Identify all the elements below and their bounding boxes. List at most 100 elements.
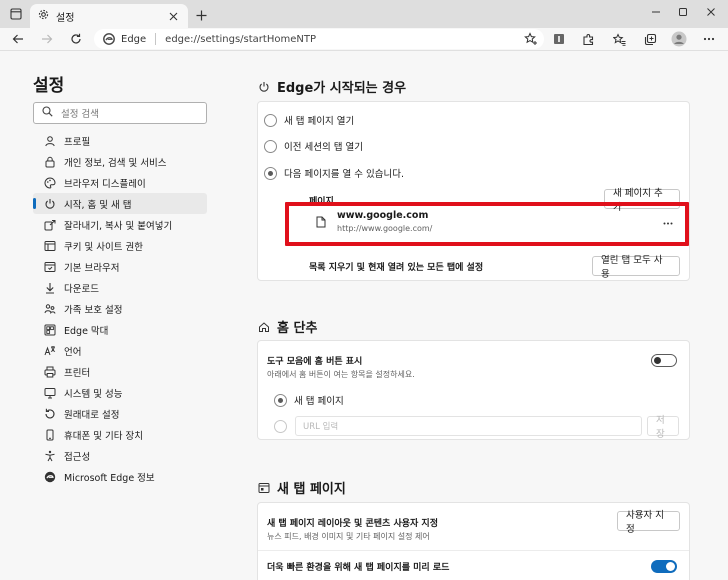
sidebar-item-accessibility[interactable]: 접근성 [33, 445, 207, 466]
sidebar-item-phone[interactable]: 휴대폰 및 기타 장치 [33, 424, 207, 445]
sidebar-item-start-home-newtab[interactable]: 시작, 홈 및 새 탭 [33, 193, 207, 214]
settings-search-input[interactable]: 설정 검색 [33, 102, 207, 124]
palette-icon [43, 176, 56, 189]
collections-button[interactable] [640, 29, 660, 49]
add-favorite-icon[interactable] [524, 32, 538, 46]
customize-label: 새 탭 페이지 레이아웃 및 콘텐츠 사용자 지정 [267, 519, 438, 529]
refresh-button[interactable] [66, 29, 86, 49]
startup-option-new-tab[interactable]: 새 탭 페이지 열기 [264, 113, 354, 127]
sidebar-item-label: 원래대로 설정 [64, 409, 120, 421]
reset-icon [43, 407, 56, 420]
use-open-tabs-button[interactable]: 열린 탭 모두 사용 [592, 255, 680, 280]
share-icon [43, 218, 56, 231]
sidebar-item-edge-bar[interactable]: Edge 막대 [33, 319, 207, 340]
profile-button[interactable] [669, 29, 689, 49]
sidebar-item-label: 잘라내기, 복사 및 붙여넣기 [64, 220, 173, 232]
sidebar-item-label: Microsoft Edge 정보 [64, 472, 155, 484]
tab-actions-button[interactable] [8, 6, 24, 22]
sidebar-item-languages[interactable]: 언어 [33, 340, 207, 361]
newtab-section-header: 새 탭 페이지 [258, 478, 346, 497]
maximize-icon [679, 8, 687, 16]
edge-logo-icon [103, 33, 115, 45]
sidebar-item-label: 프린터 [64, 367, 91, 379]
address-bar[interactable]: Edge edge://settings/startHomeNTP [94, 29, 544, 49]
radio-prev-session[interactable] [264, 139, 277, 153]
sidebar-item-label: 언어 [64, 346, 82, 358]
edge-logo-icon [43, 470, 56, 483]
search-placeholder: 설정 검색 [61, 109, 99, 120]
sidebar-nav: 프로필 개인 정보, 검색 및 서비스 브라우저 디스플레이 시작, 홈 및 새… [33, 130, 207, 487]
page-icon [316, 216, 326, 231]
sidebar-item-label: 기본 브라우저 [64, 262, 120, 274]
new-tab-button[interactable] [192, 6, 210, 24]
favorites-icon [612, 32, 625, 46]
home-url-input[interactable]: URL 입력 [295, 416, 642, 436]
title-bar: 설정 [0, 0, 728, 28]
minimize-icon [652, 11, 660, 13]
startup-title: Edge가 시작되는 경우 [277, 81, 407, 96]
plus-icon [196, 10, 206, 20]
startup-option-open-pages[interactable]: 다음 페이지를 열 수 있습니다. [264, 166, 404, 180]
extension-badge-icon [554, 34, 564, 44]
forward-arrow-icon [42, 34, 53, 44]
address-separator [155, 33, 157, 45]
sidebar-item-family[interactable]: 가족 보호 설정 [33, 298, 207, 319]
startup-option-prev-session[interactable]: 이전 세션의 탭 열기 [264, 139, 363, 153]
maximize-button[interactable] [669, 2, 697, 22]
sidebar-item-label: 시작, 홈 및 새 탭 [64, 199, 132, 211]
show-home-description: 아래에서 홈 버튼이 여는 항목을 설정하세요. [267, 370, 415, 379]
preload-toggle[interactable] [651, 560, 677, 573]
profile-icon [43, 134, 56, 147]
radio-home-new-tab[interactable] [274, 393, 287, 407]
sidebar-item-cookies[interactable]: 쿠키 및 사이트 권한 [33, 235, 207, 256]
gear-icon [38, 9, 49, 23]
home-section-header: 홈 단추 [258, 317, 317, 336]
collections-icon [644, 33, 656, 45]
sidebar-item-privacy[interactable]: 개인 정보, 검색 및 서비스 [33, 151, 207, 172]
close-tab-icon[interactable] [166, 9, 180, 23]
sidebar-item-label: 가족 보호 설정 [64, 304, 123, 316]
radio-new-tab[interactable] [264, 113, 277, 127]
extensions-button[interactable] [578, 29, 598, 49]
toolbar: Edge edge://settings/startHomeNTP [0, 28, 728, 50]
home-option-new-tab[interactable]: 새 탭 페이지 [274, 393, 344, 407]
accessibility-icon [43, 449, 56, 462]
cookie-icon [43, 239, 56, 252]
radio-open-pages[interactable] [264, 166, 277, 180]
option-label: 새 탭 페이지 [294, 396, 344, 407]
customize-button[interactable]: 사용자 지정 [617, 510, 680, 535]
preload-label: 더욱 빠른 환경을 위해 새 탭 페이지를 미리 로드 [267, 563, 450, 573]
search-icon [42, 106, 53, 120]
newtab-icon [258, 482, 270, 494]
sidebar-item-appearance[interactable]: 브라우저 디스플레이 [33, 172, 207, 193]
extension-button[interactable] [549, 29, 569, 49]
customize-description: 뉴스 피드, 배경 이미지 및 기타 페이지 설정 제어 [267, 532, 430, 541]
more-options-icon[interactable] [661, 216, 675, 230]
option-label: 이전 세션의 탭 열기 [284, 142, 363, 153]
sidebar-item-system[interactable]: 시스템 및 성능 [33, 382, 207, 403]
radio-home-url[interactable] [274, 420, 287, 433]
url-placeholder: URL 입력 [303, 422, 339, 432]
menu-button[interactable] [699, 29, 719, 49]
address-url: edge://settings/startHomeNTP [165, 33, 316, 45]
close-window-button[interactable] [697, 2, 725, 22]
forward-button[interactable] [37, 29, 57, 49]
save-button[interactable]: 저장 [647, 415, 679, 440]
home-option-url[interactable] [274, 420, 294, 433]
sidebar-item-printers[interactable]: 프린터 [33, 361, 207, 382]
sidebar-item-about-edge[interactable]: Microsoft Edge 정보 [33, 466, 207, 487]
power-icon [43, 197, 56, 210]
sidebar-item-reset[interactable]: 원래대로 설정 [33, 403, 207, 424]
sidebar-item-downloads[interactable]: 다운로드 [33, 277, 207, 298]
show-home-toggle[interactable] [651, 354, 677, 367]
close-icon [707, 8, 715, 16]
sidebar-item-default-browser[interactable]: 기본 브라우저 [33, 256, 207, 277]
favorites-button[interactable] [609, 29, 629, 49]
sidebar-item-share-copy-paste[interactable]: 잘라내기, 복사 및 붙여넣기 [33, 214, 207, 235]
sidebar-item-profile[interactable]: 프로필 [33, 130, 207, 151]
set-open-tabs-label: 목록 지우기 및 현재 열려 있는 모든 탭에 설정 [309, 263, 484, 273]
tab-settings[interactable]: 설정 [30, 4, 188, 28]
back-button[interactable] [8, 29, 28, 49]
minimize-button[interactable] [642, 2, 670, 22]
card-divider [258, 550, 689, 551]
